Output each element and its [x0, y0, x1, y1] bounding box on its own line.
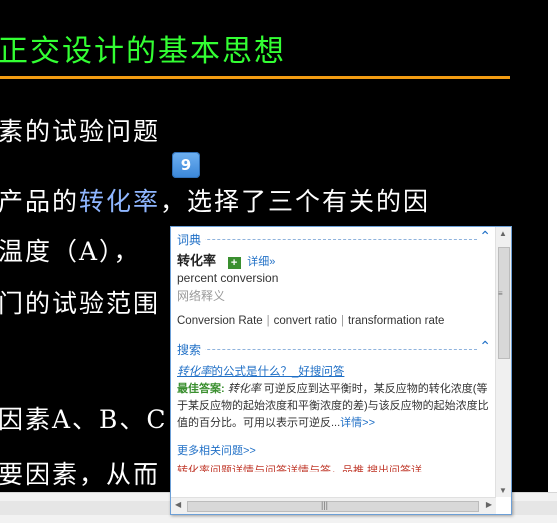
- web-terms: Conversion Rate | convert ratio | transforma…: [177, 315, 491, 327]
- slide-line-2: 产品的转化率，选择了三个有关的因: [0, 182, 430, 218]
- scroll-up-icon[interactable]: ▲: [499, 229, 507, 238]
- truncated-result[interactable]: 转化率问题详情与问答详情与答，品推 搜出问答详: [177, 462, 491, 472]
- best-answer-keyword: 转化率: [227, 383, 261, 395]
- term-separator: |: [266, 315, 270, 327]
- window-edge: [548, 0, 557, 492]
- title-underline: [0, 76, 510, 79]
- popup-content: 词典 ⌃ 转化率 + 详细» percent conversion 网络释义 C…: [177, 228, 491, 472]
- search-section-header: 搜索 ⌃: [177, 338, 491, 358]
- slide-line-5: 因素A、B、C: [0, 405, 168, 434]
- slide-line-6: 要因素，从而: [0, 460, 161, 489]
- section-divider: [177, 349, 477, 350]
- vertical-scroll-thumb[interactable]: [498, 247, 510, 359]
- term-item[interactable]: Conversion Rate: [177, 315, 263, 327]
- term-item[interactable]: convert ratio: [274, 315, 337, 327]
- dict-section-title: 词典: [177, 231, 206, 248]
- slide-line-2-text-after: ，选择了三个有关的因: [160, 187, 431, 216]
- collapse-chevron-icon[interactable]: ⌃: [479, 228, 491, 245]
- add-to-wordbook-icon[interactable]: +: [227, 257, 241, 269]
- dictionary-popup: 词典 ⌃ 转化率 + 详细» percent conversion 网络释义 C…: [170, 226, 512, 515]
- slide-line-4: 门的试验范围: [0, 289, 161, 318]
- vertical-scrollbar[interactable]: ▲ ≡ ▼: [495, 227, 511, 497]
- search-question-link[interactable]: 转化率的公式是什么？_好搜问答: [177, 363, 491, 379]
- section-divider: [177, 239, 477, 240]
- dictionary-trigger-icon[interactable]: 9: [172, 152, 200, 178]
- scroll-grip-icon: |||: [321, 500, 329, 510]
- detail-link[interactable]: 详细»: [247, 256, 275, 268]
- more-questions-link[interactable]: 更多相关问题>>: [177, 442, 491, 458]
- scroll-right-icon[interactable]: ▶: [486, 500, 492, 509]
- web-definition-label: 网络释义: [177, 289, 226, 303]
- term-item[interactable]: transformation rate: [348, 315, 445, 327]
- headword: 转化率: [177, 253, 217, 268]
- slide-line-2-text-before: 产品的: [0, 187, 80, 216]
- slide-line-1: 素的试验问题: [0, 117, 161, 146]
- best-answer-label: 最佳答案:: [177, 383, 225, 395]
- definition: percent conversion: [177, 271, 279, 285]
- scroll-grip-icon: ≡: [498, 289, 503, 298]
- highlighted-word[interactable]: 转化率: [79, 187, 160, 216]
- question-keyword: 转化率: [177, 366, 212, 378]
- horizontal-scrollbar[interactable]: ◀ ||| ▶: [171, 497, 496, 514]
- scroll-down-icon[interactable]: ▼: [499, 486, 507, 495]
- headword-row: 转化率 + 详细»: [177, 250, 491, 269]
- answer-detail-link[interactable]: 详情>>: [340, 417, 375, 429]
- dict-section-header: 词典 ⌃: [177, 228, 491, 248]
- horizontal-scroll-thumb[interactable]: [187, 501, 479, 512]
- slide-title: 正交设计的基本思想: [0, 34, 286, 69]
- search-section-title: 搜索: [177, 341, 206, 358]
- collapse-chevron-icon[interactable]: ⌃: [479, 338, 491, 355]
- slide-line-3: 温度（A），: [0, 237, 141, 266]
- question-text: 的公式是什么？_好搜问答: [211, 366, 345, 378]
- term-separator: |: [340, 315, 344, 327]
- scroll-left-icon[interactable]: ◀: [175, 500, 181, 509]
- best-answer: 最佳答案: 转化率 可逆反应到达平衡时，某反应物的转化浓度(等于某反应物的起始浓…: [177, 381, 491, 432]
